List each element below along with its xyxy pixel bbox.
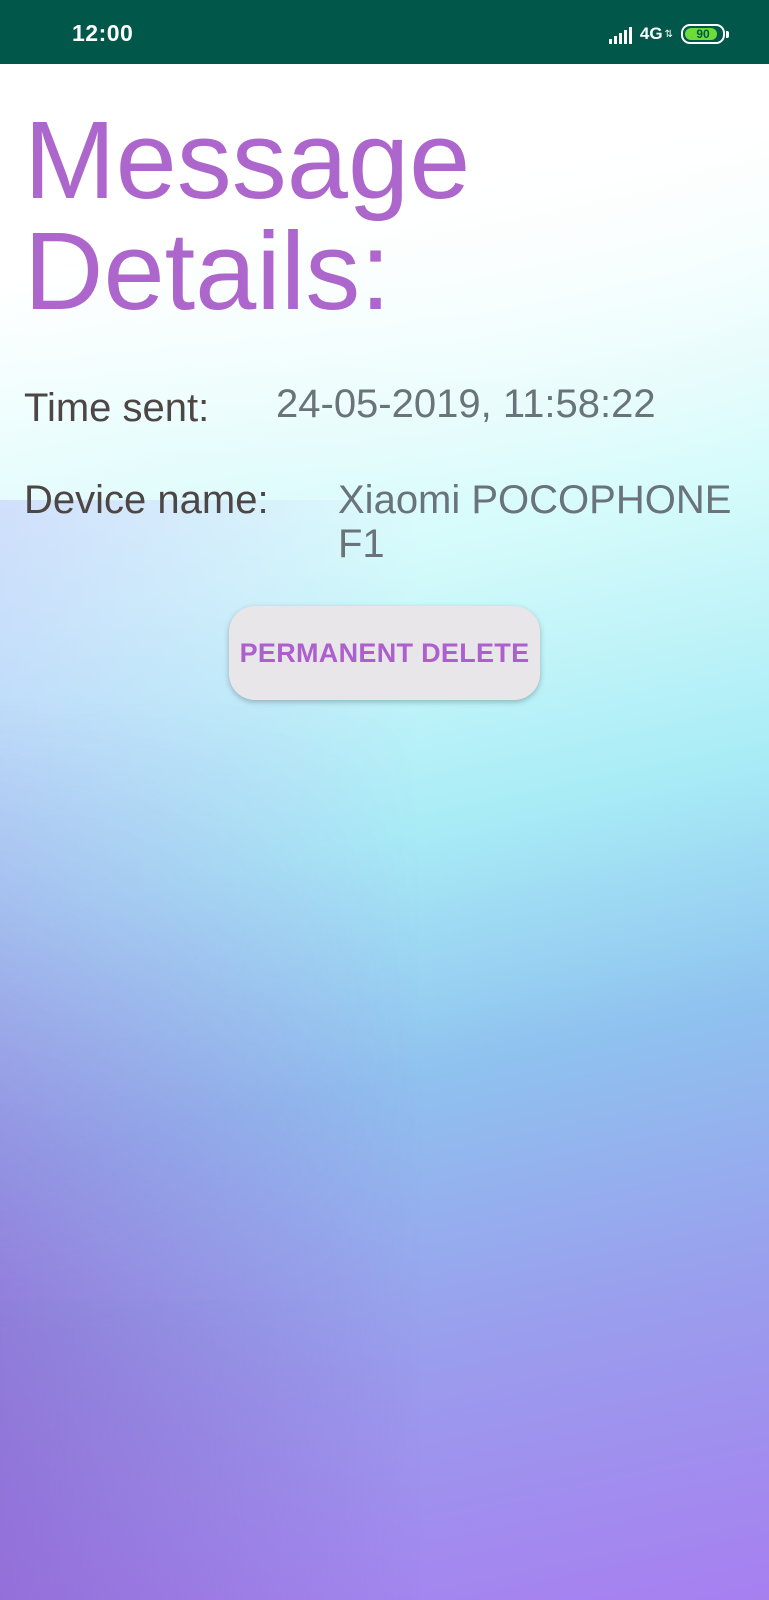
device-name-label: Device name: bbox=[24, 478, 269, 522]
status-time: 12:00 bbox=[72, 20, 134, 46]
status-bar: 12:00 4G ⇅ 90 bbox=[0, 0, 769, 64]
signal-strength-icon bbox=[608, 24, 634, 44]
page-title: Message Details: bbox=[24, 99, 471, 333]
battery-level: 90 bbox=[696, 27, 710, 41]
time-sent-value: 24-05-2019, 11:58:22 bbox=[276, 382, 656, 426]
background-gradient-bottom bbox=[0, 700, 769, 1600]
permanent-delete-button[interactable]: PERMANENT DELETE bbox=[229, 606, 540, 700]
battery-tip bbox=[726, 30, 729, 38]
network-type: 4G bbox=[639, 24, 663, 43]
message-details-screen: 12:00 4G ⇅ 90 Message Details: Time sent… bbox=[0, 0, 769, 1600]
status-icons: 4G ⇅ 90 bbox=[608, 22, 729, 46]
battery-icon: 90 bbox=[681, 24, 725, 44]
device-name-value: Xiaomi POCOPHONE F1 bbox=[338, 478, 732, 566]
data-transfer-icon: ⇅ bbox=[664, 28, 673, 40]
time-sent-label: Time sent: bbox=[24, 386, 210, 430]
